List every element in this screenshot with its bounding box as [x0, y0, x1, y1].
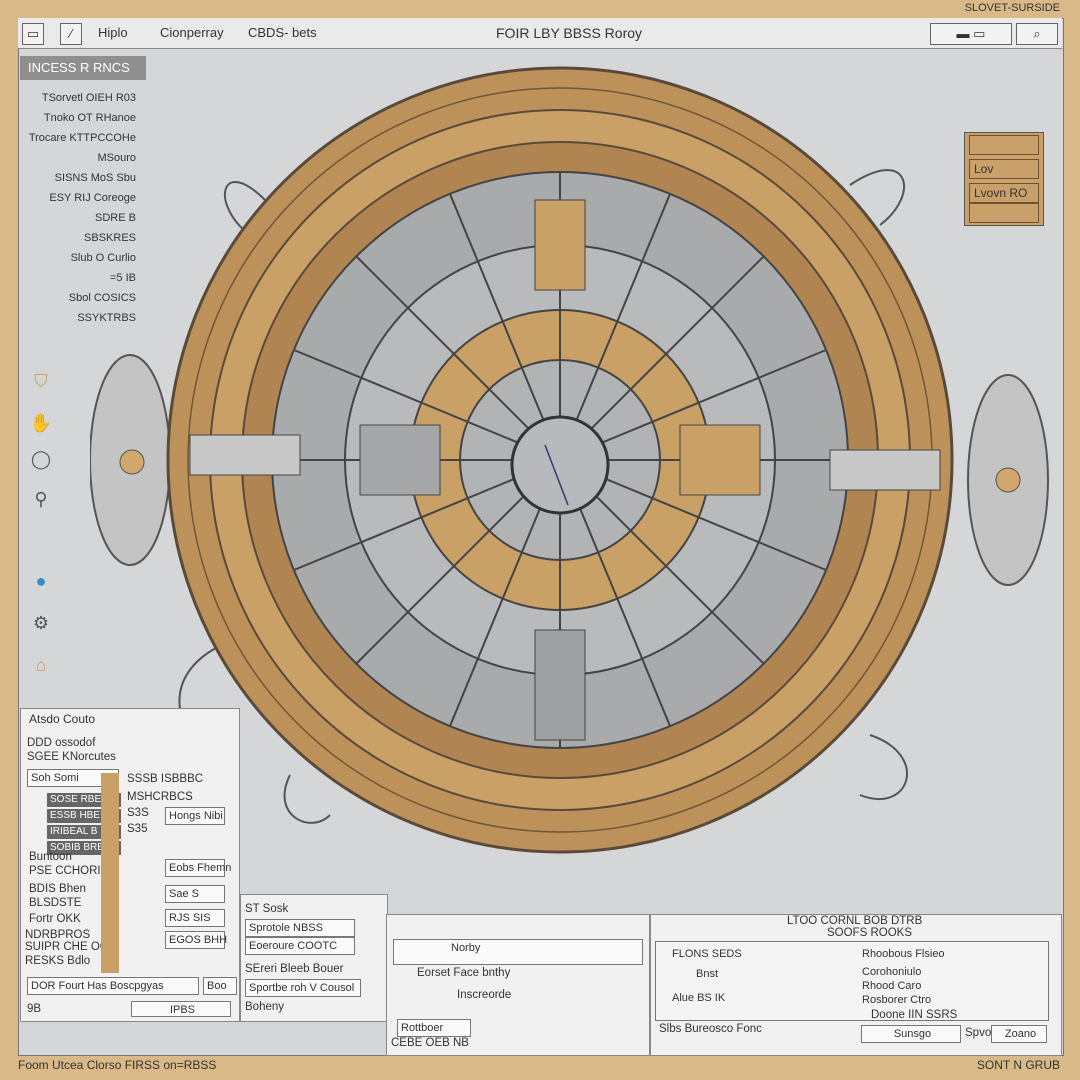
page-indicator: 9B	[27, 1003, 42, 1015]
render-left-row: Alue BS IK	[672, 992, 726, 1004]
layer-row[interactable]: Inscreorde	[457, 989, 511, 1001]
field[interactable]: EGOS BHH	[165, 931, 227, 949]
globe-icon[interactable]: ●	[28, 568, 54, 594]
menu-company[interactable]: Cionperray	[160, 25, 224, 40]
footer-button[interactable]: Boo	[203, 977, 237, 995]
window-icon[interactable]: ▭	[22, 23, 44, 45]
list-item[interactable]: SUIPR CHE OC	[25, 941, 108, 953]
panel-line: DDD ossodof	[27, 737, 96, 749]
top-panel	[534, 199, 586, 291]
right-porthole	[995, 467, 1021, 493]
render-panel: LTOO CORNL BOB DTRB SOOFS ROOKS FLONS SE…	[650, 914, 1062, 1056]
column-text: S3S	[127, 807, 149, 819]
render-header: LTOO CORNL BOB DTRB	[787, 915, 923, 927]
layer-footer: CEBE OEB NB	[391, 1037, 469, 1049]
menu-beds[interactable]: CBDS- bets	[248, 25, 317, 40]
panel-title: Atsdo Couto	[29, 712, 96, 726]
render-subheader: SOOFS ROOKS	[827, 927, 912, 939]
hand-icon[interactable]: ✋	[28, 410, 54, 436]
shield-icon[interactable]: ⛉	[28, 368, 54, 394]
hub	[510, 415, 610, 515]
field[interactable]: Eobs Fhemn	[165, 859, 231, 877]
field[interactable]: RJS SIS	[165, 909, 225, 927]
scrollbar[interactable]	[101, 773, 119, 973]
note-field[interactable]: Sportbe roh V Cousol	[245, 979, 361, 997]
status-bar-right: SONT N GRUB	[976, 1058, 1060, 1072]
column-text: S35	[127, 823, 148, 835]
field[interactable]: Sae S	[165, 885, 225, 903]
properties-panel: Atsdo Couto DDD ossodof SGEE KNorcutes S…	[20, 708, 240, 1022]
column-text: SSSB ISBBBC	[127, 773, 204, 785]
status-bar-left: Foom Utcea Clorso FIRSS on=RBSS	[18, 1058, 217, 1072]
folder-icon[interactable]: ⌂	[28, 652, 54, 678]
notes-panel: ST Sosk Sprotole NBSS Eoeroure COOTC SEr…	[240, 894, 388, 1022]
render-footer: Slbs Bureosco Fonc	[659, 1023, 762, 1035]
legend-row[interactable]: Lvovn RO	[969, 183, 1039, 203]
list-item[interactable]: BDIS Bhen	[29, 883, 86, 895]
search-icon[interactable]: ⌕	[1016, 23, 1058, 45]
list-item[interactable]: Buntoon	[29, 851, 72, 863]
right-panel-block	[679, 424, 761, 496]
bottom-panel	[534, 629, 586, 741]
left-porthole	[119, 449, 145, 475]
note-line: ST Sosk	[245, 903, 289, 915]
legend-row[interactable]	[969, 135, 1039, 155]
corner-label: SLOVET-SURSIDE	[964, 2, 1060, 14]
column-text: MSHCRBCS	[127, 791, 193, 803]
render-box: FLONS SEDS Rhoobous Flsieo Bnst Alue BS …	[655, 941, 1049, 1021]
note-field[interactable]: Eoeroure COOTC	[245, 937, 355, 955]
zoom-button[interactable]: Zoano	[991, 1025, 1047, 1043]
window-title: FOIR LBY BBSS Roroy	[496, 25, 643, 41]
list-item[interactable]: RESKS Bdlo	[25, 955, 90, 967]
note-field[interactable]: Sprotole NBSS	[245, 919, 355, 937]
menu-hiplo[interactable]: Hiplo	[98, 25, 128, 40]
note-line: SEreri Bleeb Bouer	[245, 963, 344, 975]
right-connector	[829, 449, 941, 491]
left-grid-panel	[359, 424, 441, 496]
footer-field[interactable]: DOR Fourt Has Boscpgyas	[27, 977, 199, 995]
list-item[interactable]: PSE CCHORI	[29, 865, 101, 877]
field[interactable]: Hongs Nibi	[165, 807, 225, 825]
render-button[interactable]: Sunsgo	[861, 1025, 961, 1043]
pen-icon[interactable]: ∕	[60, 23, 82, 45]
render-label: FLONS SEDS	[672, 948, 742, 960]
layer-label: Norby	[451, 942, 481, 954]
action-button[interactable]: Rottboer	[397, 1019, 471, 1037]
panel-line: SGEE KNorcutes	[27, 751, 116, 763]
list-item[interactable]: NDRBPROS	[25, 929, 90, 941]
render-footer-right: Doone IIN SSRS	[871, 1009, 958, 1021]
sphere-icon[interactable]: ◯	[28, 446, 54, 472]
top-toolbar: ▭ ∕ Hiplo Cionperray CBDS- bets FOIR LBY…	[18, 18, 1062, 49]
gear-icon[interactable]: ⚙	[28, 610, 54, 636]
layer-row[interactable]: Norby	[393, 939, 643, 965]
layer-panel: Norby Eorset Face bnthy Inscreorde Rottb…	[386, 914, 650, 1056]
render-select[interactable]: Rhoobous Flsieo	[862, 946, 945, 962]
layer-legend: Lov Lvovn RO	[964, 132, 1044, 226]
view-toggle-button[interactable]: ▬ ▭	[930, 23, 1012, 45]
list-item[interactable]: BLSDSTE	[29, 897, 81, 909]
legend-row[interactable]	[969, 203, 1039, 223]
render-left-row: Bnst	[696, 968, 719, 980]
legend-row[interactable]: Lov	[969, 159, 1039, 179]
left-connector	[189, 434, 301, 476]
pin-icon[interactable]: ⚲	[28, 486, 54, 512]
render-right-row: Rosborer Ctro	[862, 994, 932, 1006]
list-item[interactable]: Fortr OKK	[29, 913, 81, 925]
confirm-button[interactable]: IPBS	[131, 1001, 231, 1017]
layer-row[interactable]: Eorset Face bnthy	[417, 967, 510, 979]
note-line: Boheny	[245, 1001, 285, 1013]
